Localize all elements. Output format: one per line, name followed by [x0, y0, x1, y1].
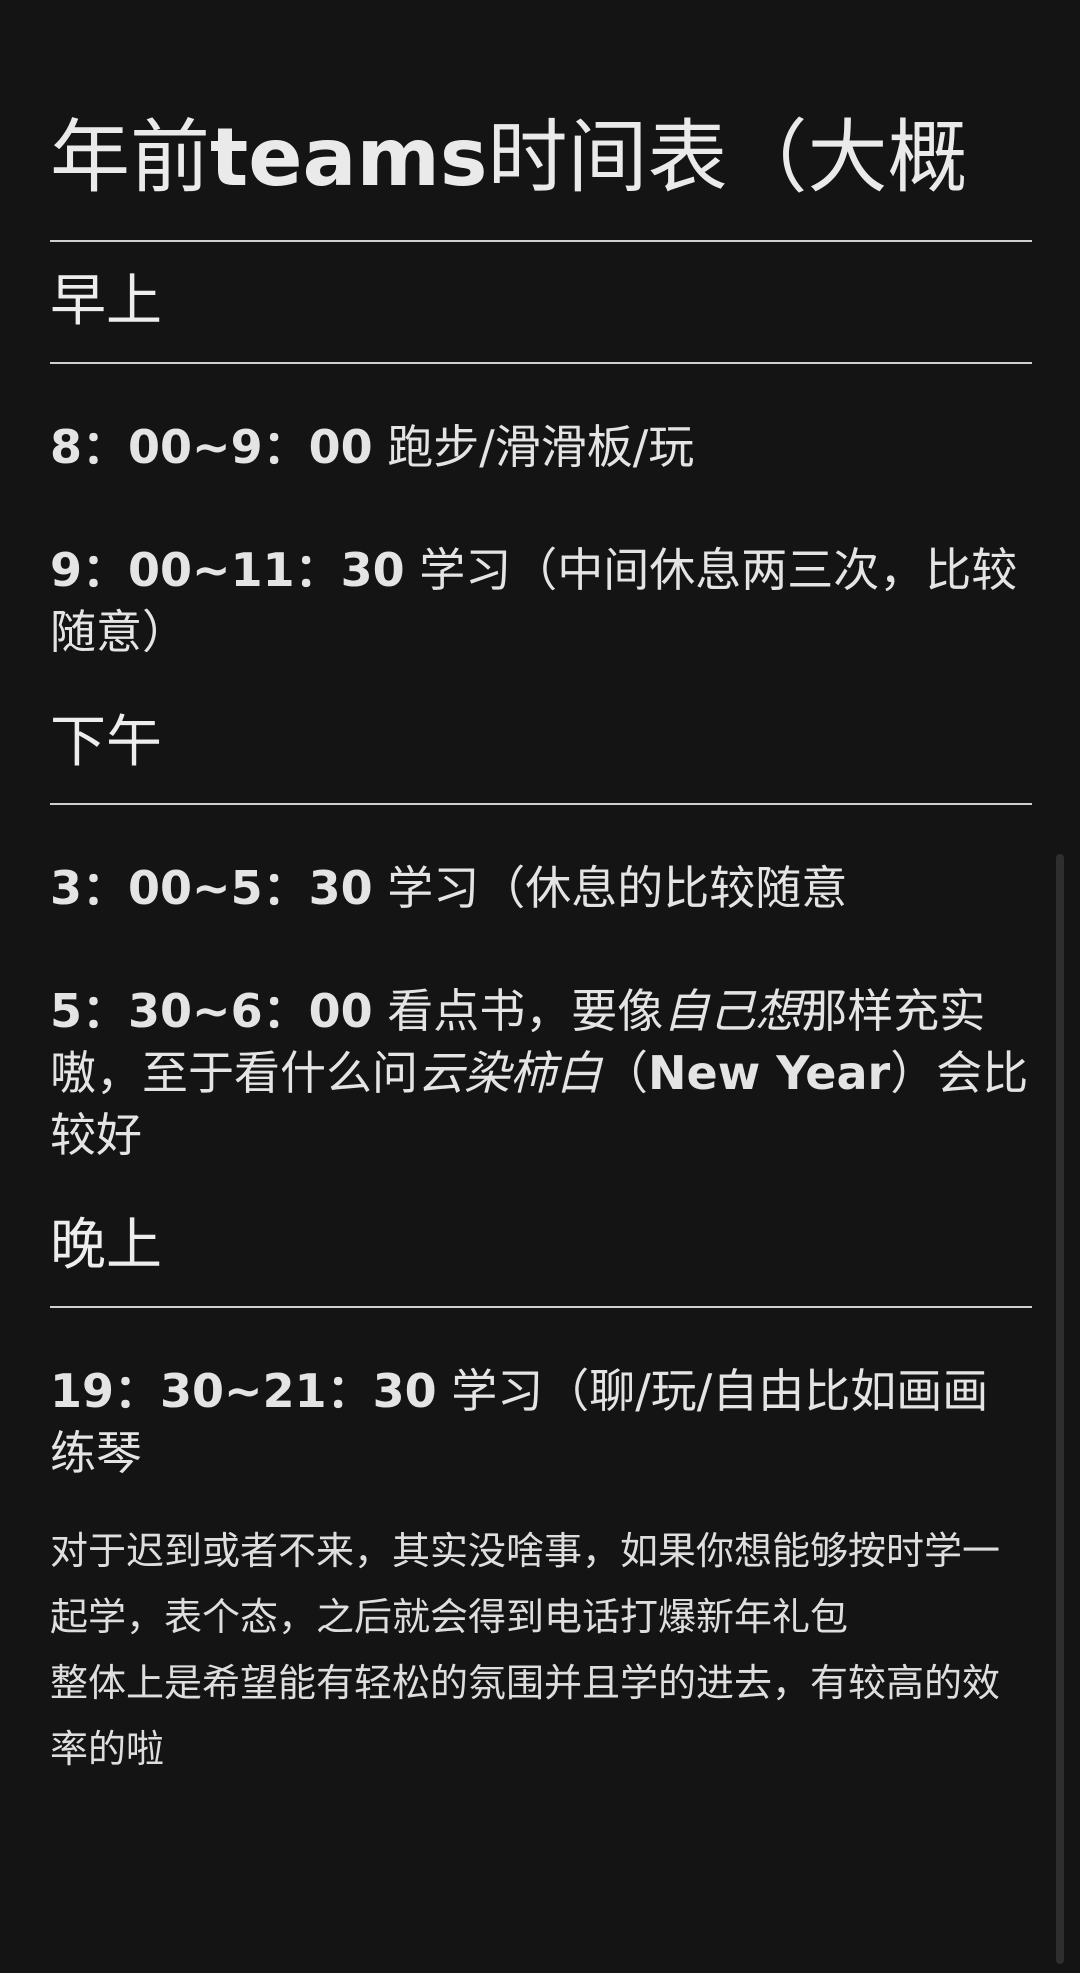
page-title: 年前teams时间表（大概: [50, 0, 1032, 208]
schedule-entry: 5：30~6：00 看点书，要像自己想那样充实嗷，至于看什么问云染柿白（New …: [50, 980, 1032, 1166]
note-paragraph: 整体上是希望能有轻松的氛围并且学的进去，有较高的效率的啦: [50, 1661, 1001, 1771]
title-part-3: 时间表（大概: [487, 111, 968, 204]
note-paragraph: 对于迟到或者不来，其实没啥事，如果你想能够按时学一起学，表个态，之后就会得到电话…: [50, 1529, 1001, 1639]
entry-text: 学习（休息的比较随意: [372, 861, 848, 915]
bold-text: New Year: [648, 1046, 891, 1100]
entry-time: 5：30~6：00: [50, 984, 373, 1038]
schedule-entry: 19：30~21：30 学习（聊/玩/自由比如画画练琴: [50, 1360, 1032, 1484]
section-heading-evening: 晚上: [50, 1213, 162, 1278]
entry-time: 3：00~5：30: [50, 861, 373, 915]
title-part-1: 年前: [50, 111, 210, 204]
entry-text: 跑步/滑滑板/玩: [372, 420, 695, 474]
document-page: 年前teams时间表（大概 早上 8：00~9：00 跑步/滑滑板/玩 9：00…: [0, 0, 1080, 1973]
schedule-entry: 3：00~5：30 学习（休息的比较随意: [50, 857, 1032, 919]
evening-divider: [50, 1306, 1032, 1308]
title-divider: [50, 240, 1032, 242]
entry-time: 19：30~21：30: [50, 1364, 437, 1418]
morning-divider: [50, 362, 1032, 364]
section-heading-morning: 早上: [50, 269, 162, 334]
section-heading-afternoon: 下午: [50, 710, 162, 775]
entry-time: 8：00~9：00: [50, 420, 373, 474]
document-content: 年前teams时间表（大概 早上 8：00~9：00 跑步/滑滑板/玩 9：00…: [50, 0, 1032, 1782]
schedule-entry: 8：00~9：00 跑步/滑滑板/玩: [50, 416, 1032, 478]
scrollbar[interactable]: [1056, 854, 1064, 1964]
schedule-entry: 9：00~11：30 学习（中间休息两三次，比较随意）: [50, 539, 1032, 663]
entry-time: 9：00~11：30: [50, 543, 405, 597]
emphasis-text: 自己想: [663, 984, 802, 1038]
afternoon-divider: [50, 803, 1032, 805]
entry-text: 看点书，要像: [372, 984, 664, 1038]
emphasis-text: 云染柿白: [418, 1046, 602, 1100]
entry-text: （: [602, 1046, 648, 1100]
title-part-2: teams: [210, 111, 488, 204]
